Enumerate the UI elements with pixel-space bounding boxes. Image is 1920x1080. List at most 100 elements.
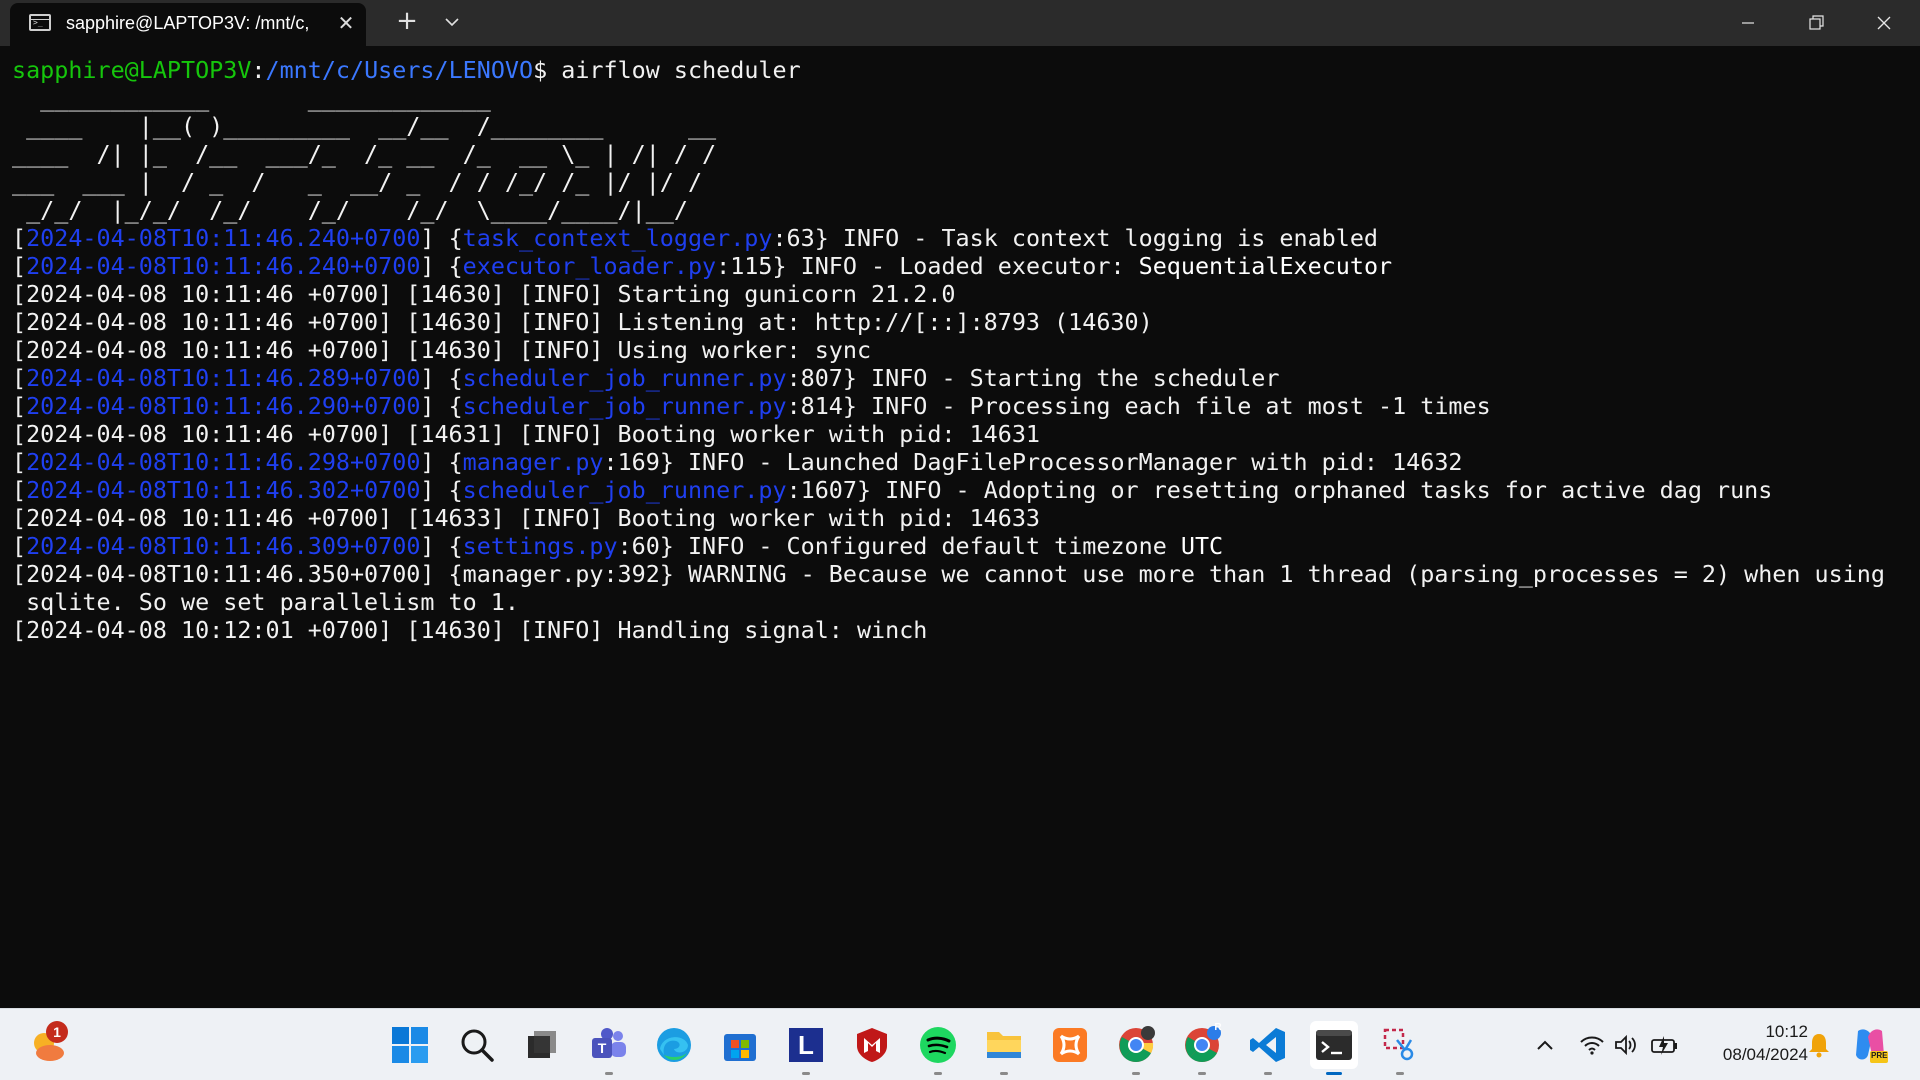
bell-icon [1809, 1034, 1829, 1058]
spotify-icon [920, 1027, 956, 1063]
log-line: [2024-04-08T10:11:46.289+0700] {schedule… [12, 364, 1280, 392]
snipping-tool-button[interactable] [1376, 1021, 1424, 1075]
running-indicator [1396, 1072, 1404, 1075]
title-bar: sapphire@LAPTOP3V: /mnt/c, ✕ + [0, 0, 1920, 46]
running-indicator [1000, 1072, 1008, 1075]
terminal-tab[interactable]: sapphire@LAPTOP3V: /mnt/c, ✕ [10, 3, 366, 46]
log-message: :60} INFO - Configured default timezone [617, 532, 1181, 560]
command-text: airflow scheduler [561, 56, 801, 84]
xampp-button[interactable] [1046, 1021, 1094, 1069]
banner-line: _/_/ |_/_/ /_/ /_/ /_/ \____/____/|__/ [12, 196, 688, 224]
prompt-user: sapphire@LAPTOP3V [12, 56, 252, 84]
log-timestamp: 2024-04-08T10:11:46.302+0700 [26, 476, 421, 504]
l-app-button[interactable]: L [782, 1021, 830, 1075]
running-indicator [1198, 1072, 1206, 1075]
log-module: scheduler_job_runner.py [462, 392, 787, 420]
spotify-button[interactable] [914, 1021, 962, 1075]
log-timestamp: 2024-04-08T10:11:46.289+0700 [26, 364, 421, 392]
log-module: settings.py [462, 532, 618, 560]
clock[interactable]: 10:12 08/04/2024 [1690, 1021, 1808, 1067]
wifi-button[interactable] [1578, 1029, 1606, 1061]
task-view-button[interactable] [518, 1021, 566, 1069]
log-timestamp: 2024-04-08T10:11:46.240+0700 [26, 252, 421, 280]
battery-button[interactable] [1648, 1029, 1680, 1061]
close-icon [1877, 16, 1891, 30]
terminal-output[interactable]: sapphire@LAPTOP3V:/mnt/c/Users/LENOVO$ a… [0, 46, 1920, 1008]
prompt-line: sapphire@LAPTOP3V:/mnt/c/Users/LENOVO$ a… [12, 56, 1908, 84]
prompt-end: $ [533, 56, 562, 84]
log-module: scheduler_job_runner.py [462, 476, 787, 504]
l-app-letter: L [798, 1030, 814, 1060]
start-icon [392, 1027, 428, 1063]
log-line: [2024-04-08T10:11:46.290+0700] {schedule… [12, 392, 1491, 420]
new-tab-button[interactable]: + [394, 6, 420, 36]
search-icon [461, 1029, 494, 1062]
banner-line: ____ |__( )_________ __/__ /________ __ [12, 112, 717, 140]
edge-button[interactable] [650, 1021, 698, 1069]
log-module: scheduler_job_runner.py [462, 364, 787, 392]
start-button[interactable] [386, 1021, 434, 1069]
log-line: [2024-04-08 10:11:46 +0700] [14630] [INF… [12, 308, 1153, 336]
volume-button[interactable] [1612, 1029, 1640, 1061]
log-timestamp: 2024-04-08T10:11:46.298+0700 [26, 448, 421, 476]
vscode-icon [1250, 1028, 1285, 1062]
prompt-separator: : [251, 56, 266, 84]
mcafee-button[interactable] [848, 1021, 896, 1069]
volume-icon [1615, 1034, 1636, 1056]
terminal-icon [1316, 1030, 1352, 1060]
chevron-down-icon [445, 18, 459, 27]
tab-close-button[interactable]: ✕ [334, 11, 358, 35]
close-window-button[interactable] [1850, 0, 1918, 46]
vscode-button[interactable] [1244, 1021, 1292, 1075]
tab-dropdown-button[interactable] [440, 8, 464, 36]
log-line: [2024-04-08T10:11:46.298+0700] {manager.… [12, 448, 1463, 476]
log-line-warning: [2024-04-08T10:11:46.350+0700] {manager.… [12, 560, 1885, 588]
mcafee-icon [857, 1028, 887, 1062]
running-indicator [1264, 1072, 1272, 1075]
log-timestamp: 2024-04-08T10:11:46.309+0700 [26, 532, 421, 560]
notification-badge: 1 [46, 1021, 68, 1043]
tab-title: sapphire@LAPTOP3V: /mnt/c, [66, 13, 310, 33]
teams-button[interactable]: T [585, 1021, 633, 1075]
store-button[interactable] [716, 1021, 764, 1069]
log-module: task_context_logger.py [462, 224, 773, 252]
prompt-path: /mnt/c/Users/LENOVO [265, 56, 534, 84]
log-message: :814} INFO - Processing each file at mos… [786, 392, 1491, 420]
file-explorer-icon [987, 1032, 1021, 1058]
banner-line: ____________ _____________ [12, 84, 491, 112]
log-message: :169} INFO - Launched DagFileProcessorMa… [603, 448, 1463, 476]
notifications-button[interactable] [1804, 1029, 1834, 1061]
wifi-icon [1580, 1036, 1604, 1055]
store-icon [724, 1034, 756, 1061]
profile-badge: R [1214, 1022, 1222, 1033]
chevron-up-icon [1537, 1040, 1553, 1050]
log-message: :807} INFO - Starting the scheduler [786, 364, 1280, 392]
chrome-icon [1119, 1026, 1155, 1062]
battery-charging-icon [1651, 1036, 1677, 1055]
search-button[interactable] [453, 1021, 501, 1069]
restore-icon [1809, 15, 1824, 30]
log-highlight: SequentialExecutor [1138, 252, 1393, 280]
xampp-icon [1053, 1028, 1087, 1062]
log-highlight: UTC [1180, 532, 1224, 560]
log-line: [2024-04-08 10:12:01 +0700] [14630] [INF… [12, 616, 928, 644]
log-line: [2024-04-08T10:11:46.240+0700] {task_con… [12, 224, 1379, 252]
log-timestamp: 2024-04-08T10:11:46.240+0700 [26, 224, 421, 252]
log-line: [2024-04-08 10:11:46 +0700] [14631] [INF… [12, 420, 1041, 448]
restore-button[interactable] [1782, 0, 1850, 46]
terminal-tab-icon [29, 14, 51, 31]
minimize-button[interactable] [1714, 0, 1782, 46]
clock-time: 10:12 [1765, 1022, 1808, 1041]
chrome-button[interactable] [1112, 1021, 1160, 1075]
copilot-badge: PRE [1871, 1051, 1888, 1060]
log-line: [2024-04-08 10:11:46 +0700] [14630] [INF… [12, 280, 956, 308]
file-explorer-button[interactable] [980, 1021, 1028, 1075]
log-timestamp: 2024-04-08T10:11:46.290+0700 [26, 392, 421, 420]
snipping-tool-icon [1383, 1028, 1414, 1061]
chrome-profile-button[interactable]: R [1178, 1021, 1226, 1075]
taskbar: 1 T L R 10:12 08/04/2024 PRE [0, 1008, 1920, 1080]
copilot-button[interactable]: PRE [1850, 1023, 1890, 1067]
log-module: executor_loader.py [462, 252, 717, 280]
terminal-button[interactable] [1310, 1021, 1358, 1075]
tray-overflow-button[interactable] [1530, 1029, 1560, 1061]
